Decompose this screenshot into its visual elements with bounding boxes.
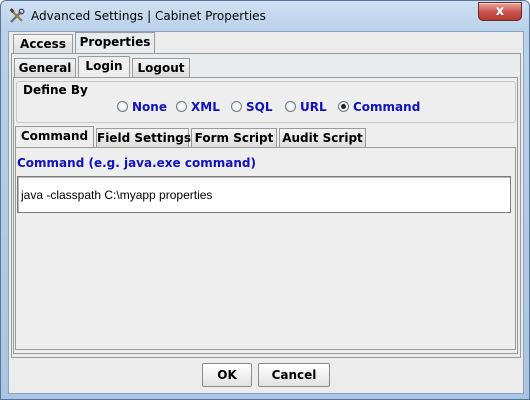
radio-command-button[interactable]: [338, 101, 349, 112]
radio-none[interactable]: None: [117, 99, 167, 115]
tab-login[interactable]: Login: [78, 56, 130, 78]
radio-command[interactable]: Command: [338, 99, 420, 115]
radio-none-button[interactable]: [117, 101, 128, 112]
radio-none-label: None: [132, 99, 167, 114]
radio-xml-button[interactable]: [176, 101, 187, 112]
tab-form-script[interactable]: Form Script: [191, 128, 277, 148]
define-by-label: Define By: [21, 83, 90, 97]
window-title: Advanced Settings | Cabinet Properties: [31, 9, 266, 23]
radio-sql[interactable]: SQL: [231, 99, 273, 115]
radio-sql-label: SQL: [246, 99, 273, 114]
radio-url-button[interactable]: [285, 101, 296, 112]
command-text: java -classpath C:\myapp properties: [21, 188, 213, 202]
close-button[interactable]: x: [478, 2, 522, 21]
title-bar[interactable]: Advanced Settings | Cabinet Properties x: [1, 1, 530, 31]
tab-field-settings[interactable]: Field Settings: [96, 128, 191, 148]
command-heading: Command (e.g. java.exe command): [17, 156, 256, 170]
command-textarea[interactable]: java -classpath C:\myapp properties: [17, 176, 511, 213]
tab-audit-script[interactable]: Audit Script: [279, 128, 366, 148]
dialog-window: Advanced Settings | Cabinet Properties x…: [0, 0, 530, 400]
radio-xml[interactable]: XML: [176, 99, 220, 115]
radio-command-label: Command: [353, 99, 421, 114]
radio-sql-button[interactable]: [231, 101, 242, 112]
tab-command[interactable]: Command: [15, 126, 94, 148]
radio-url[interactable]: URL: [285, 99, 327, 115]
cancel-button[interactable]: Cancel: [258, 363, 330, 387]
tab-general[interactable]: General: [14, 58, 76, 78]
radio-url-label: URL: [300, 99, 327, 114]
ok-button[interactable]: OK: [202, 363, 252, 387]
tab-access[interactable]: Access: [13, 34, 73, 54]
tab-properties[interactable]: Properties: [75, 32, 155, 54]
tab-logout[interactable]: Logout: [132, 58, 190, 78]
tools-icon: [9, 8, 25, 24]
radio-xml-label: XML: [191, 99, 220, 114]
